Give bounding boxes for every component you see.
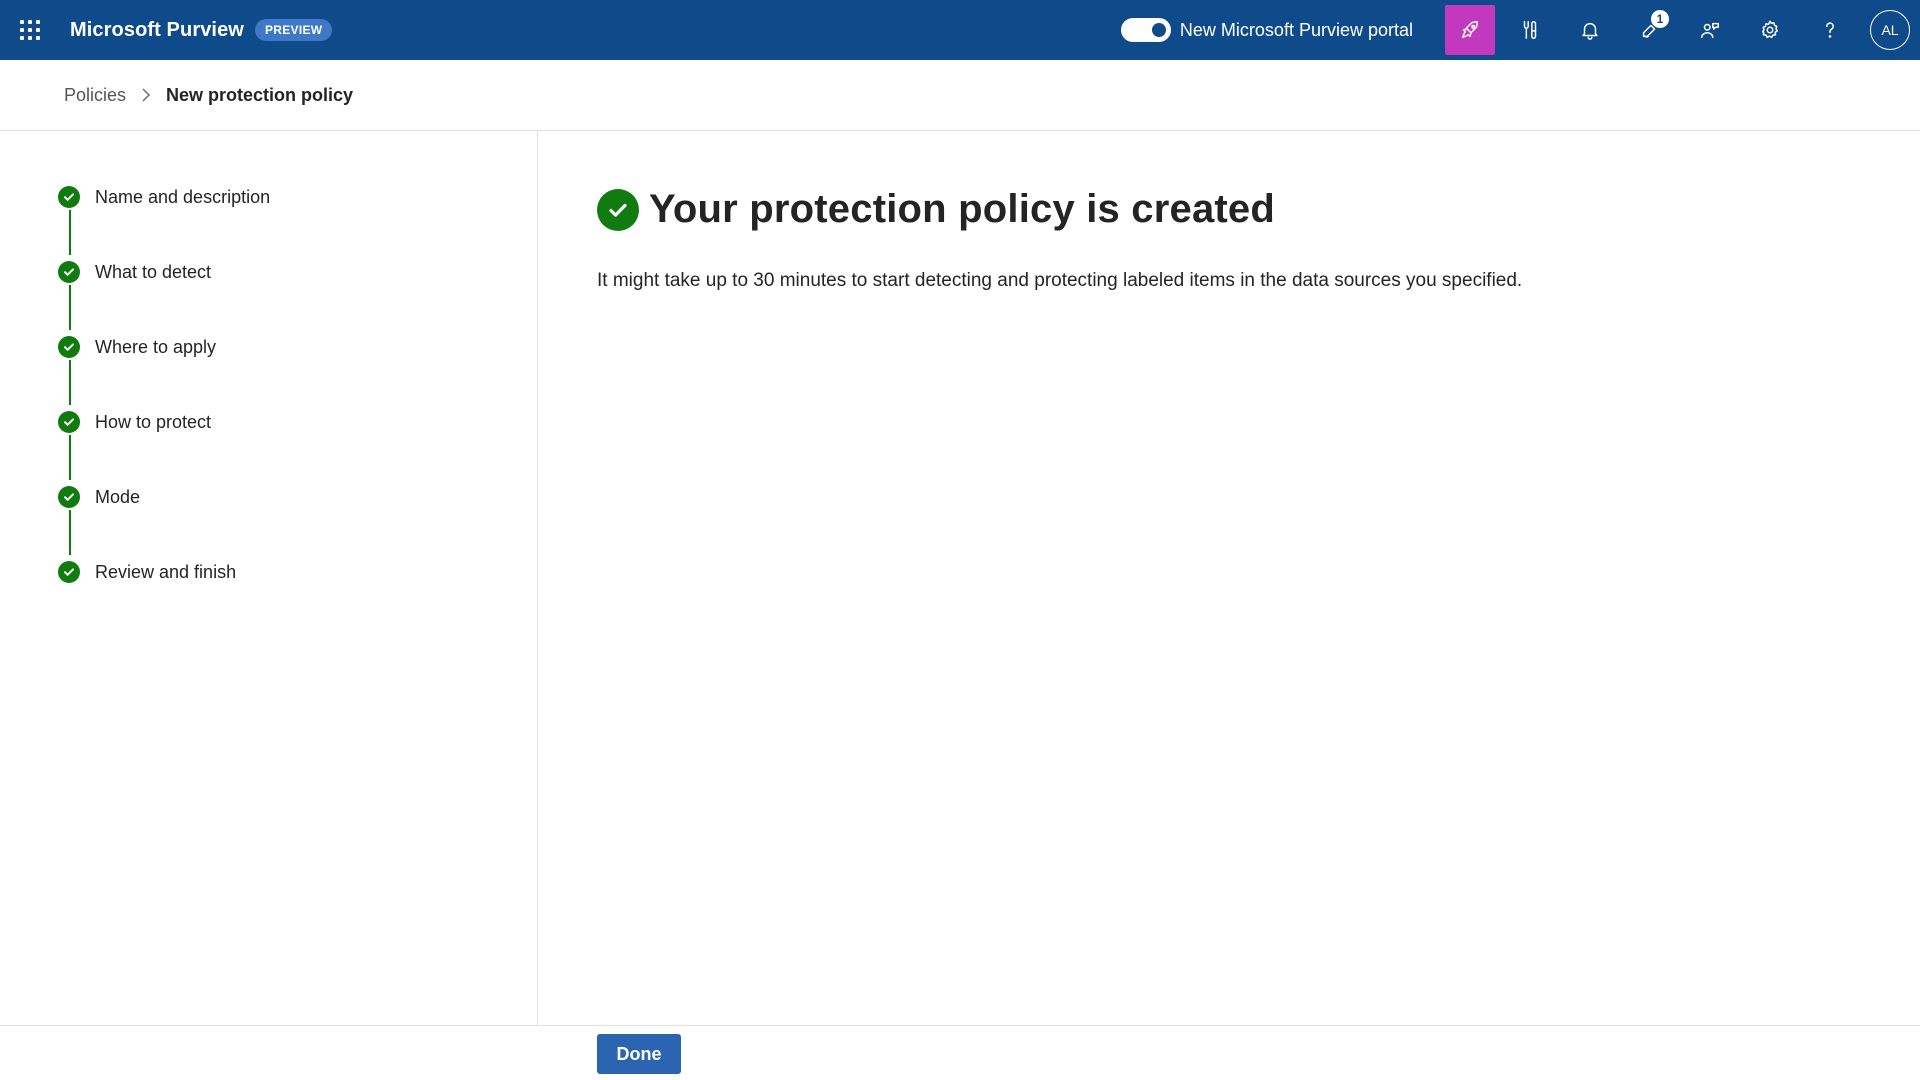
success-description: It might take up to 30 minutes to start … [597, 270, 1523, 291]
checkmark-icon [58, 186, 80, 208]
bell-icon[interactable] [1560, 0, 1620, 60]
step-label: Name and description [95, 186, 271, 207]
wizard-steps-panel: Name and description What to detect Wher… [0, 131, 538, 1025]
breadcrumb-policies-link[interactable]: Policies [64, 85, 126, 106]
page-title: Your protection policy is created [649, 187, 1275, 231]
copilot-rocket-icon[interactable] [1445, 5, 1495, 55]
breadcrumb: Policies New protection policy [0, 60, 1920, 131]
toggle-switch[interactable] [1120, 18, 1171, 42]
toggle-label: New Microsoft Purview portal [1179, 19, 1413, 40]
app-launcher-icon[interactable] [0, 0, 60, 60]
wizard-footer: Done [0, 1025, 1920, 1080]
step-label: Review and finish [95, 561, 237, 582]
notification-count-badge: 1 [1651, 10, 1669, 28]
breadcrumb-current: New protection policy [166, 84, 354, 105]
step-label: How to protect [95, 411, 212, 432]
top-bar: Microsoft Purview PREVIEW New Microsoft … [0, 0, 1920, 60]
top-bar-actions: New Microsoft Purview portal 1 AL [1120, 0, 1920, 60]
avatar[interactable]: AL [1870, 10, 1910, 50]
step-how-to-protect[interactable]: How to protect [58, 410, 211, 434]
step-what-to-detect[interactable]: What to detect [58, 260, 211, 284]
success-headline: Your protection policy is created [597, 187, 1275, 232]
step-connector [69, 510, 71, 555]
tools-icon[interactable] [1500, 0, 1560, 60]
feedback-icon[interactable] [1680, 0, 1740, 60]
whats-new-icon[interactable]: 1 [1620, 0, 1680, 60]
gear-icon[interactable] [1740, 0, 1800, 60]
step-connector [69, 285, 71, 330]
checkmark-icon [58, 261, 80, 283]
checkmark-icon [58, 486, 80, 508]
step-review-and-finish[interactable]: Review and finish [58, 560, 236, 584]
step-label: Where to apply [95, 336, 217, 357]
done-button[interactable]: Done [597, 1034, 681, 1074]
step-label: Mode [95, 486, 141, 507]
checkmark-icon [58, 336, 80, 358]
step-connector [69, 435, 71, 480]
main-content: Your protection policy is created It mig… [539, 131, 1920, 1025]
step-where-to-apply[interactable]: Where to apply [58, 335, 216, 359]
checkmark-icon [58, 411, 80, 433]
step-label: What to detect [95, 261, 212, 282]
preview-badge: PREVIEW [254, 19, 333, 41]
app-title[interactable]: Microsoft Purview [70, 19, 244, 42]
step-name-and-description[interactable]: Name and description [58, 185, 270, 209]
success-check-icon [597, 188, 639, 231]
step-mode[interactable]: Mode [58, 485, 140, 509]
step-connector [69, 360, 71, 405]
chevron-right-icon [138, 87, 154, 103]
help-icon[interactable] [1800, 0, 1860, 60]
new-portal-toggle[interactable]: New Microsoft Purview portal [1120, 18, 1413, 42]
step-connector [69, 210, 71, 255]
checkmark-icon [58, 561, 80, 583]
